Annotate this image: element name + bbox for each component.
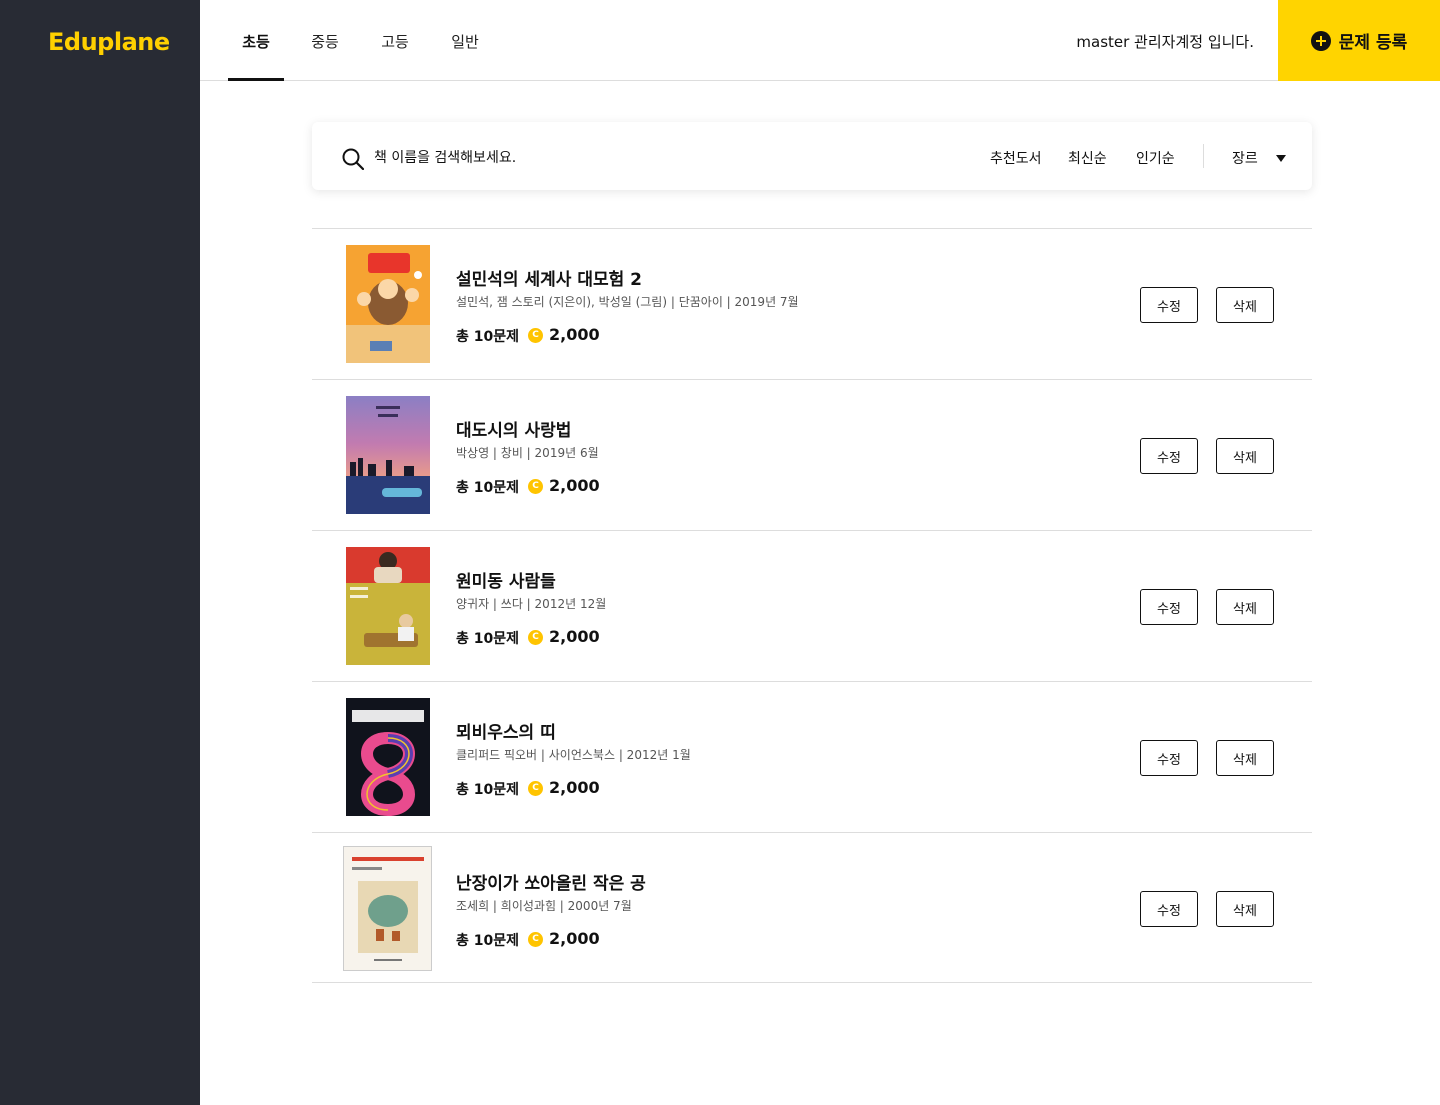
book-cover[interactable] xyxy=(346,547,430,665)
book-meta: 양귀자 | 쓰다 | 2012년 12월 xyxy=(456,597,607,611)
book-row: 대도시의 사랑법 박상영 | 창비 | 2019년 6월 총 10문제 C 2,… xyxy=(312,380,1312,531)
book-title[interactable]: 뫼비우스의 띠 xyxy=(456,718,556,743)
problem-count: 총 10문제 xyxy=(456,329,519,345)
book-meta: 설민석, 잼 스토리 (지은이), 박성일 (그림) | 단꿈아이 | 2019… xyxy=(456,295,799,309)
delete-button[interactable]: 삭제 xyxy=(1216,438,1274,474)
tab-middle[interactable]: 중등 xyxy=(298,0,352,81)
register-problem-label: 문제 등록 xyxy=(1338,33,1408,53)
book-list: 설민석의 세계사 대모험 2 설민석, 잼 스토리 (지은이), 박성일 (그림… xyxy=(312,228,1312,983)
edit-button[interactable]: 수정 xyxy=(1140,438,1198,474)
edit-button[interactable]: 수정 xyxy=(1140,891,1198,927)
admin-account-text: master 관리자계정 입니다. xyxy=(1076,33,1254,51)
book-title[interactable]: 대도시의 사랑법 xyxy=(456,416,571,441)
delete-button[interactable]: 삭제 xyxy=(1216,740,1274,776)
search-icon[interactable] xyxy=(342,148,364,170)
price: 2,000 xyxy=(549,627,600,646)
book-cover[interactable] xyxy=(346,396,430,514)
book-row: 설민석의 세계사 대모험 2 설민석, 잼 스토리 (지은이), 박성일 (그림… xyxy=(312,229,1312,380)
price: 2,000 xyxy=(549,325,600,344)
book-title[interactable]: 원미동 사람들 xyxy=(456,567,556,592)
problem-count: 총 10문제 xyxy=(456,631,519,647)
register-problem-button[interactable]: 문제 등록 xyxy=(1278,0,1440,81)
search-bar: 추천도서 최신순 인기순 장르 xyxy=(312,122,1312,190)
book-meta: 박상영 | 창비 | 2019년 6월 xyxy=(456,446,599,460)
divider xyxy=(1203,144,1204,168)
sort-popular[interactable]: 인기순 xyxy=(1136,148,1175,168)
price: 2,000 xyxy=(549,476,600,495)
book-cover[interactable] xyxy=(346,245,430,363)
logo[interactable]: Eduplane xyxy=(48,28,170,56)
sort-recommended[interactable]: 추천도서 xyxy=(990,148,1042,168)
book-cover[interactable] xyxy=(343,846,432,971)
coin-icon: C xyxy=(528,781,543,796)
book-row: 원미동 사람들 양귀자 | 쓰다 | 2012년 12월 총 10문제 C 2,… xyxy=(312,531,1312,682)
delete-button[interactable]: 삭제 xyxy=(1216,287,1274,323)
coin-icon: C xyxy=(528,630,543,645)
delete-button[interactable]: 삭제 xyxy=(1216,891,1274,927)
book-cover[interactable] xyxy=(346,698,430,816)
coin-icon: C xyxy=(528,932,543,947)
search-input[interactable] xyxy=(374,144,934,172)
coin-icon: C xyxy=(528,328,543,343)
sidebar: Eduplane xyxy=(0,0,200,1105)
problem-count: 총 10문제 xyxy=(456,782,519,798)
edit-button[interactable]: 수정 xyxy=(1140,740,1198,776)
book-row: 난장이가 쏘아올린 작은 공 조세희 | 희이성과힘 | 2000년 7월 총 … xyxy=(312,833,1312,983)
caret-down-icon xyxy=(1276,155,1286,162)
price: 2,000 xyxy=(549,929,600,948)
tab-high[interactable]: 고등 xyxy=(368,0,422,81)
book-title[interactable]: 난장이가 쏘아올린 작은 공 xyxy=(456,869,646,894)
edit-button[interactable]: 수정 xyxy=(1140,287,1198,323)
tab-elementary[interactable]: 초등 xyxy=(228,0,284,81)
book-row: 뫼비우스의 띠 클리퍼드 픽오버 | 사이언스북스 | 2012년 1월 총 1… xyxy=(312,682,1312,833)
problem-count: 총 10문제 xyxy=(456,933,519,949)
edit-button[interactable]: 수정 xyxy=(1140,589,1198,625)
price: 2,000 xyxy=(549,778,600,797)
book-meta: 조세희 | 희이성과힘 | 2000년 7월 xyxy=(456,899,632,913)
book-meta: 클리퍼드 픽오버 | 사이언스북스 | 2012년 1월 xyxy=(456,748,691,762)
coin-icon: C xyxy=(528,479,543,494)
sort-latest[interactable]: 최신순 xyxy=(1068,148,1107,168)
book-title[interactable]: 설민석의 세계사 대모험 2 xyxy=(456,265,642,290)
problem-count: 총 10문제 xyxy=(456,480,519,496)
plus-circle-icon xyxy=(1310,30,1331,51)
tab-general[interactable]: 일반 xyxy=(438,0,492,81)
delete-button[interactable]: 삭제 xyxy=(1216,589,1274,625)
genre-label: 장르 xyxy=(1232,151,1258,167)
genre-dropdown[interactable]: 장르 xyxy=(1232,148,1302,168)
top-bar: 초등 중등 고등 일반 master 관리자계정 입니다. 문제 등록 xyxy=(200,0,1440,81)
